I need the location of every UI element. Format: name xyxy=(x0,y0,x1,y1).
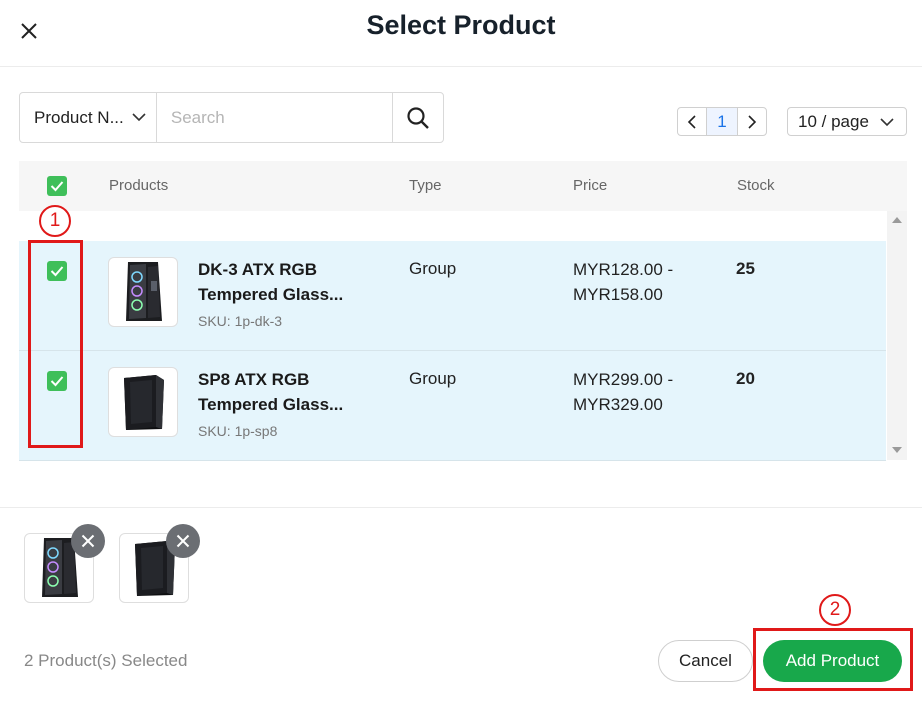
product-price: MYR299.00 - MYR329.00 xyxy=(573,370,674,414)
header-products: Products xyxy=(109,177,169,194)
table-body: DK-3 ATX RGB Tempered Glass... SKU: 1p-d… xyxy=(19,211,907,461)
search-field-label: Product N... xyxy=(34,107,124,127)
header-price: Price xyxy=(573,177,608,194)
check-icon xyxy=(50,181,64,192)
annotation-step-1: 1 xyxy=(39,205,71,237)
product-type: Group xyxy=(409,369,457,388)
selected-product-chip xyxy=(119,524,200,603)
product-type: Group xyxy=(409,259,457,278)
product-sku: SKU: 1p-sp8 xyxy=(198,423,278,439)
search-icon xyxy=(407,106,429,129)
cancel-button[interactable]: Cancel xyxy=(658,640,753,682)
header-stock: Stock xyxy=(737,177,775,194)
search-field-select[interactable]: Product N... xyxy=(20,93,157,142)
table-row[interactable]: DK-3 ATX RGB Tempered Glass... SKU: 1p-d… xyxy=(19,241,886,351)
chevron-down-icon xyxy=(132,113,146,122)
remove-icon xyxy=(176,534,190,548)
chevron-down-icon xyxy=(880,118,894,127)
annotation-box-checkboxes xyxy=(28,240,83,448)
modal-title: Select Product xyxy=(366,10,556,40)
search-input[interactable] xyxy=(156,93,392,142)
prev-page-button[interactable] xyxy=(677,107,707,136)
table-scrollbar[interactable] xyxy=(887,211,907,460)
page-size-label: 10 / page xyxy=(798,111,869,131)
product-sku: SKU: 1p-dk-3 xyxy=(198,313,283,329)
search-bar: Product N... xyxy=(19,92,444,143)
pagination: 1 xyxy=(677,107,767,136)
remove-chip-button[interactable] xyxy=(71,524,105,558)
search-button[interactable] xyxy=(391,93,443,142)
scroll-up-arrow[interactable] xyxy=(892,217,902,223)
chevron-left-icon xyxy=(687,114,696,129)
chevron-right-icon xyxy=(748,114,757,129)
page-size-select[interactable]: 10 / page xyxy=(787,107,907,136)
table-row[interactable]: SP8 ATX RGB Tempered Glass... SKU: 1p-sp… xyxy=(19,351,886,461)
product-name: SP8 ATX RGB Tempered Glass... xyxy=(198,370,344,414)
pc-case-image xyxy=(126,262,162,321)
remove-chip-button[interactable] xyxy=(166,524,200,558)
next-page-button[interactable] xyxy=(737,107,767,136)
header-type: Type xyxy=(409,177,442,194)
scroll-down-arrow[interactable] xyxy=(892,447,902,453)
remove-icon xyxy=(81,534,95,548)
product-price: MYR128.00 - MYR158.00 xyxy=(573,260,674,304)
selected-product-chip xyxy=(24,524,105,603)
page-number[interactable]: 1 xyxy=(707,107,737,136)
select-all-checkbox[interactable] xyxy=(47,176,67,196)
modal-header: Select Product xyxy=(0,0,922,67)
product-stock: 25 xyxy=(736,259,755,278)
product-stock: 20 xyxy=(736,369,755,388)
selected-count-text: 2 Product(s) Selected xyxy=(24,651,188,670)
product-name: DK-3 ATX RGB Tempered Glass... xyxy=(198,260,344,304)
product-thumbnail xyxy=(108,257,178,327)
annotation-step-2: 2 xyxy=(819,594,851,626)
product-thumbnail xyxy=(108,367,178,437)
table-header: Products Type Price Stock xyxy=(19,161,907,211)
divider xyxy=(0,507,922,508)
add-product-button[interactable]: Add Product xyxy=(763,640,902,682)
pc-case-image xyxy=(124,375,164,430)
